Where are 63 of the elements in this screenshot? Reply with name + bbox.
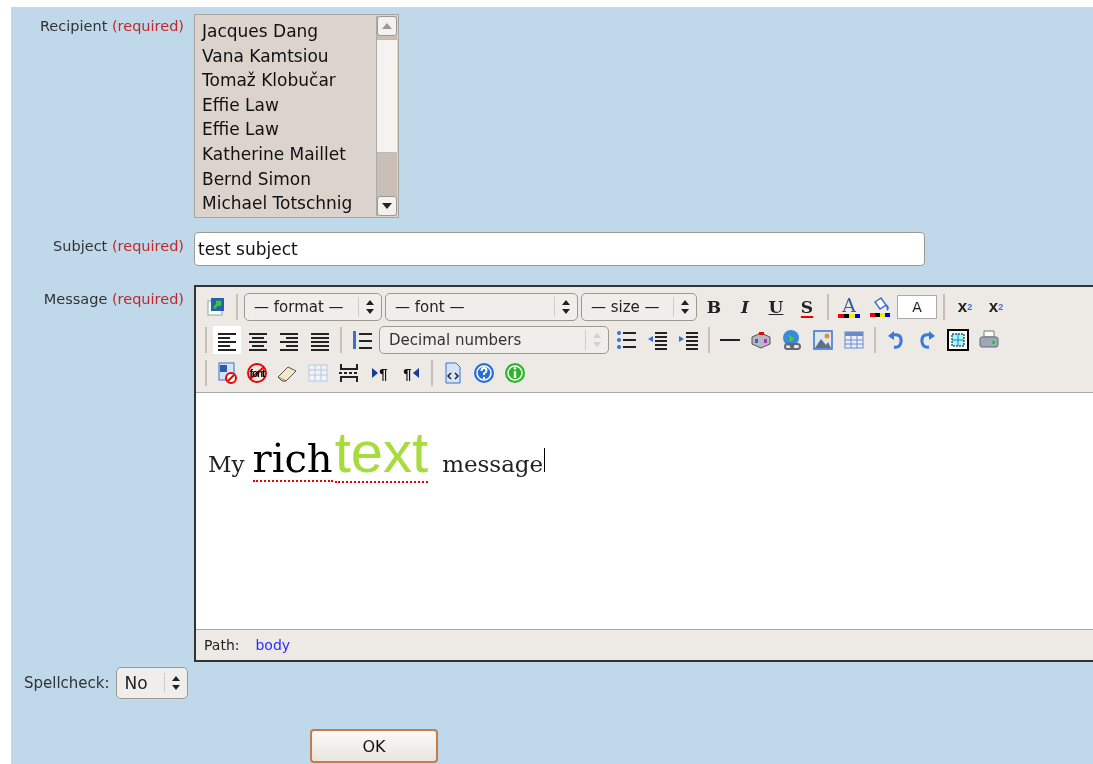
triangle-icon: [412, 368, 419, 378]
fullscreen-icon[interactable]: [947, 329, 969, 351]
format-button[interactable]: U: [762, 293, 790, 321]
list-option[interactable]: Vana Kamtsiou: [202, 43, 376, 69]
spin-arrows-icon[interactable]: [365, 299, 375, 315]
html-toggle-icon[interactable]: [205, 296, 227, 318]
text-cursor: [544, 448, 546, 472]
word-paste-icon[interactable]: [216, 362, 238, 384]
list-option[interactable]: Katherine Maillet: [202, 141, 376, 167]
indent-icon[interactable]: [677, 329, 699, 351]
triangle-icon: [372, 368, 379, 378]
format-button[interactable]: S: [793, 293, 821, 321]
left-to-right-button[interactable]: ¶: [366, 359, 394, 387]
list-option[interactable]: Michael Totschnig: [202, 191, 376, 216]
image-icon[interactable]: [812, 329, 834, 351]
right-to-left-button[interactable]: ¶: [397, 359, 425, 387]
list-option[interactable]: Jacques Dang: [202, 19, 376, 44]
spin-arrows-icon[interactable]: [680, 299, 690, 315]
ok-button[interactable]: OK: [310, 729, 438, 763]
numbered-list-icon[interactable]: [351, 329, 373, 351]
spellcheck-dropdown[interactable]: No: [115, 667, 188, 699]
list-option[interactable]: Tomaž Klobučar: [202, 68, 376, 93]
spellcheck-label: Spellcheck:: [24, 674, 110, 692]
align-left-button[interactable]: [213, 326, 241, 354]
field-label: Subject (required): [52, 237, 184, 256]
info-icon[interactable]: [504, 362, 526, 384]
help-icon[interactable]: [473, 362, 495, 384]
page-break-icon[interactable]: [338, 362, 360, 384]
format-button[interactable]: I: [731, 293, 759, 321]
spin-arrows-icon[interactable]: [561, 299, 571, 315]
toolbar-dropdown[interactable]: — size —: [581, 293, 697, 321]
toolbar-dropdown[interactable]: — font —: [385, 293, 578, 321]
scroll-down-icon[interactable]: [382, 203, 392, 209]
toolbar-dropdown[interactable]: — format —: [244, 293, 382, 321]
printer-icon[interactable]: [978, 329, 1000, 351]
text-color-button[interactable]: A: [835, 293, 863, 321]
paint-bucket-icon[interactable]: [869, 296, 891, 318]
recipient-listbox[interactable]: Jacques Dang Vana Kamtsiou Tomaž Klobučar Effie Law Effie Law Katherine Maillet Bernd Simon Michael Totschnig: [194, 14, 399, 218]
list-option[interactable]: Effie Law: [202, 92, 376, 118]
format-button[interactable]: B: [700, 293, 728, 321]
field-label: Message (required): [42, 290, 184, 309]
editor-text: My: [208, 451, 245, 479]
cube-icon[interactable]: [750, 329, 772, 351]
table-icon[interactable]: [843, 329, 865, 351]
scrollbar-thumb[interactable]: [377, 39, 397, 153]
editor-text: rich: [252, 436, 333, 482]
list-option[interactable]: Bernd Simon: [202, 166, 376, 192]
editor-text: text: [334, 423, 429, 483]
globe-link-icon[interactable]: [781, 329, 803, 351]
path-label: Path:: [204, 637, 240, 653]
script-button[interactable]: x$^{2}$: [982, 293, 1010, 321]
subject-input[interactable]: test subject: [194, 232, 925, 266]
outdent-icon[interactable]: [646, 329, 668, 351]
editor-text: message: [442, 451, 544, 479]
color-swatch[interactable]: A: [897, 295, 937, 319]
editor-content[interactable]: My richtext message: [196, 393, 1093, 629]
code-document-icon[interactable]: [442, 362, 464, 384]
field-label: Recipient (required): [38, 17, 184, 36]
list-option[interactable]: Effie Law: [202, 117, 376, 142]
bullet-list-icon[interactable]: [615, 329, 637, 351]
path-link[interactable]: body: [255, 637, 291, 653]
spin-arrows-icon[interactable]: [170, 675, 181, 691]
scrollbar[interactable]: [376, 16, 397, 216]
